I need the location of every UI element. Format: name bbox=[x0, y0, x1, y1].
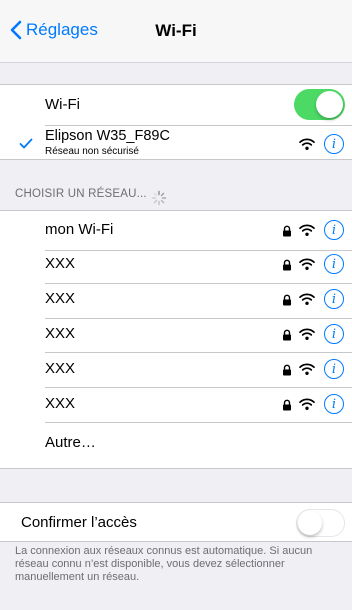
toggle-knob bbox=[298, 511, 322, 535]
connected-network-subtitle: Réseau non sécurisé bbox=[45, 146, 139, 157]
other-network-row[interactable]: Autre… bbox=[0, 424, 352, 459]
lock-icon bbox=[283, 329, 291, 341]
wifi-icon bbox=[299, 328, 315, 340]
info-icon[interactable]: i bbox=[324, 289, 344, 309]
ask-to-join-label: Confirmer l’accès bbox=[21, 514, 137, 531]
wifi-toggle-label: Wi-Fi bbox=[45, 96, 80, 113]
info-icon[interactable]: i bbox=[324, 220, 344, 240]
network-name: mon Wi-Fi bbox=[45, 221, 114, 238]
network-row[interactable]: XXX i bbox=[0, 282, 352, 317]
wifi-icon bbox=[299, 363, 315, 375]
lock-icon bbox=[283, 259, 291, 271]
lock-icon bbox=[283, 364, 291, 376]
wifi-toggle-row: Wi-Fi bbox=[0, 88, 352, 123]
checkmark-icon bbox=[19, 138, 33, 149]
spinner-icon bbox=[151, 190, 167, 206]
network-list: mon Wi-Fi i XXX i XXX i XXX i XXX i XXX … bbox=[0, 210, 352, 469]
info-icon[interactable]: i bbox=[324, 359, 344, 379]
divider bbox=[45, 422, 352, 423]
wifi-group: Wi-Fi Elipson W35_F89C Réseau non sécuri… bbox=[0, 84, 352, 160]
other-network-label: Autre… bbox=[45, 434, 96, 451]
info-icon[interactable]: i bbox=[324, 254, 344, 274]
lock-icon bbox=[283, 294, 291, 306]
network-row[interactable]: XXX i bbox=[0, 317, 352, 352]
page-title: Wi-Fi bbox=[155, 21, 197, 40]
section-header: CHOISIR UN RÉSEAU... bbox=[15, 188, 147, 200]
info-icon[interactable]: i bbox=[324, 134, 344, 154]
network-row[interactable]: XXX i bbox=[0, 352, 352, 387]
info-icon[interactable]: i bbox=[324, 324, 344, 344]
ask-to-join-group: Confirmer l’accès bbox=[0, 502, 352, 542]
wifi-toggle[interactable] bbox=[294, 89, 345, 120]
wifi-icon bbox=[299, 224, 315, 236]
network-name: XXX bbox=[45, 290, 76, 307]
wifi-icon bbox=[299, 293, 315, 305]
ask-to-join-toggle[interactable] bbox=[296, 509, 345, 537]
connected-network-row[interactable]: Elipson W35_F89C Réseau non sécurisé i bbox=[0, 126, 352, 161]
network-row[interactable]: XXX i bbox=[0, 247, 352, 282]
info-icon[interactable]: i bbox=[324, 394, 344, 414]
network-name: XXX bbox=[45, 360, 76, 377]
connected-network-name: Elipson W35_F89C bbox=[45, 128, 170, 144]
lock-icon bbox=[283, 225, 291, 237]
wifi-icon bbox=[299, 138, 315, 150]
footer-note: La connexion aux réseaux connus est auto… bbox=[15, 545, 313, 583]
redaction-box bbox=[78, 253, 218, 277]
network-name: XXX bbox=[45, 395, 76, 412]
toggle-knob bbox=[316, 91, 343, 118]
network-row[interactable]: mon Wi-Fi i bbox=[0, 213, 352, 248]
network-name: XXX bbox=[45, 325, 76, 342]
wifi-icon bbox=[299, 398, 315, 410]
lock-icon bbox=[283, 399, 291, 411]
navigation-bar: Réglages Wi-Fi bbox=[0, 0, 352, 63]
network-name: XXX bbox=[45, 255, 76, 272]
wifi-icon bbox=[299, 258, 315, 270]
ask-to-join-row: Confirmer l’accès bbox=[0, 504, 352, 539]
network-row[interactable]: XXX i bbox=[0, 387, 352, 422]
